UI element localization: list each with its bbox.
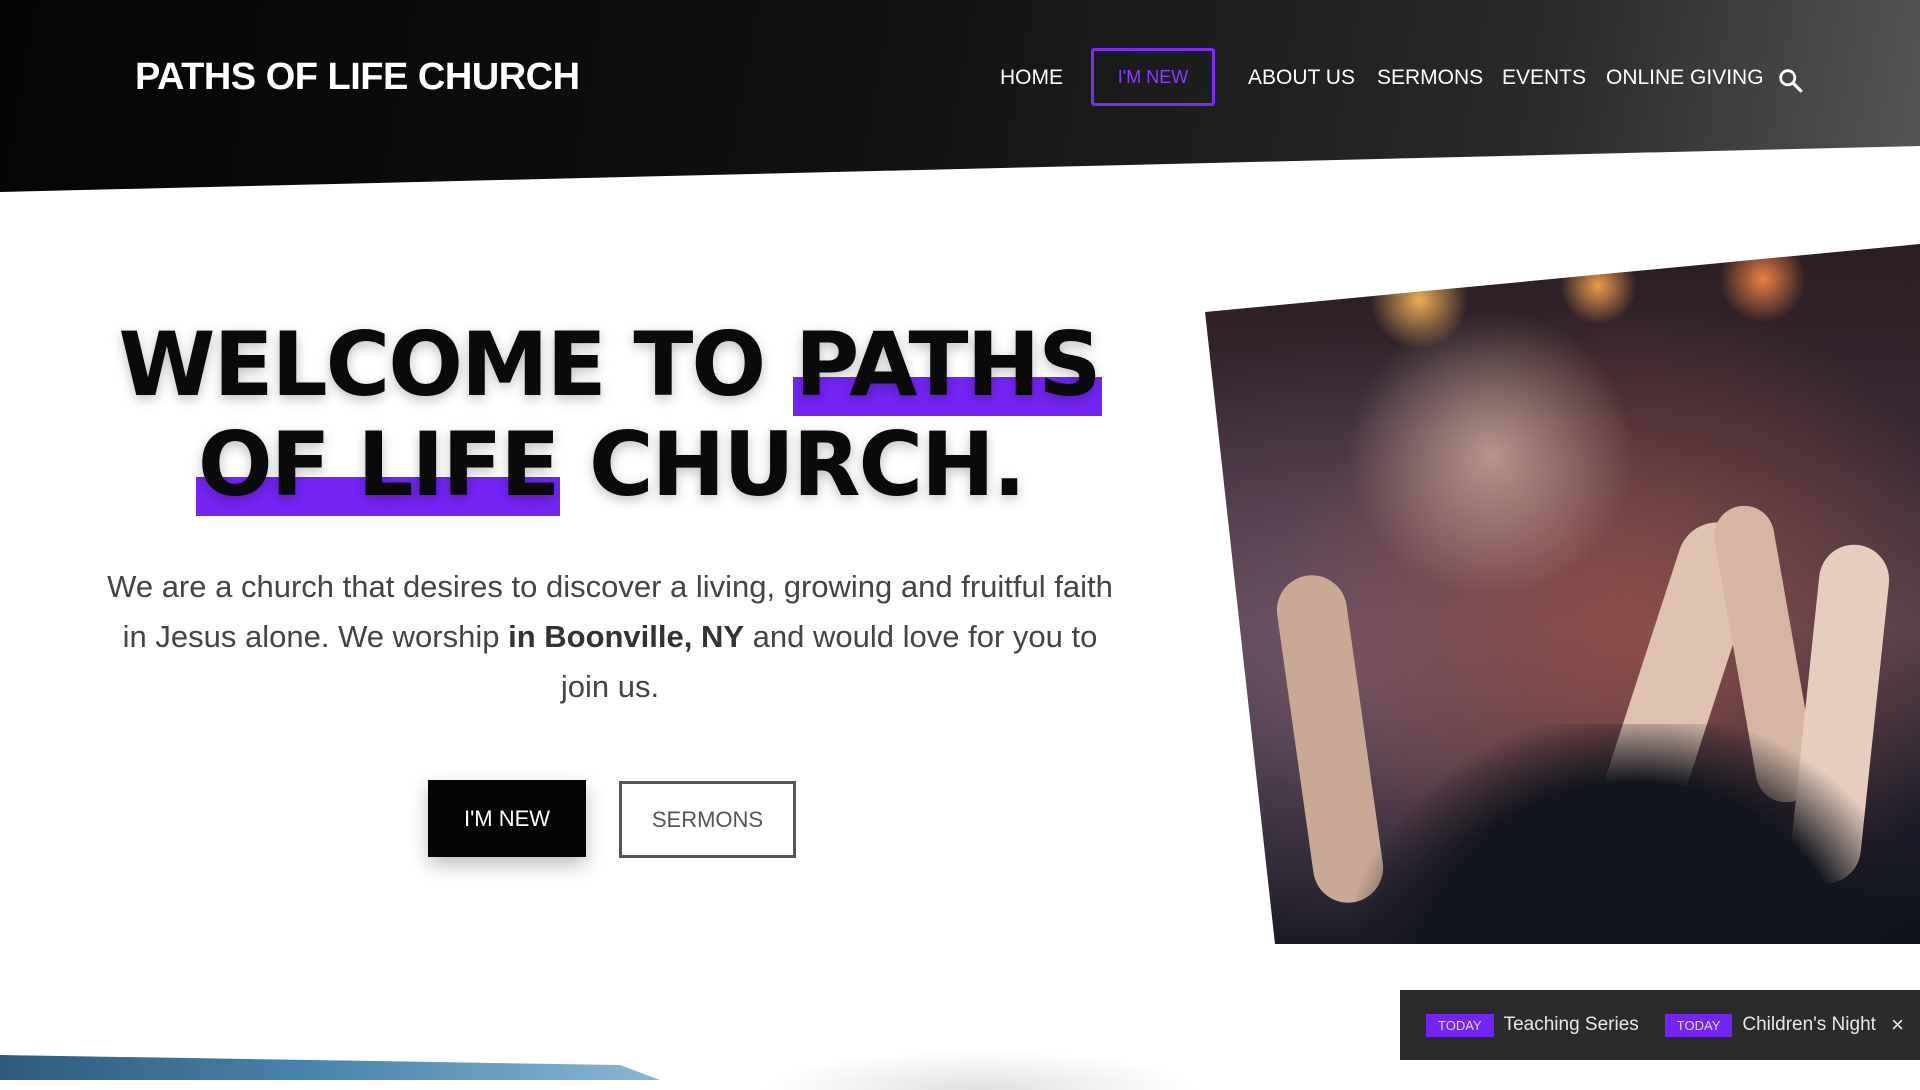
- nav-about-us[interactable]: ABOUT US: [1248, 66, 1355, 90]
- nav-online-giving[interactable]: ONLINE GIVING: [1606, 66, 1764, 90]
- hero-title-part1: WELCOME TO: [118, 313, 793, 416]
- ticker-event[interactable]: TODAY Teaching Series: [1426, 1013, 1639, 1037]
- nav-sermons[interactable]: SERMONS: [1377, 66, 1483, 90]
- hero-text-location: in Boonville, NY: [508, 619, 745, 654]
- im-new-button[interactable]: I'M NEW: [428, 780, 586, 857]
- event-title: Children's Night: [1742, 1014, 1876, 1035]
- close-icon[interactable]: ×: [1891, 1012, 1904, 1038]
- main-nav: HOME I'M NEW ABOUT US SERMONS EVENTS ONL…: [0, 48, 1920, 110]
- hero-title-highlight-2: OF LIFE: [195, 413, 561, 516]
- ticker-event[interactable]: TODAY Children's Night: [1664, 1013, 1876, 1037]
- sermons-button[interactable]: SERMONS: [619, 781, 796, 858]
- photo-crowd-heads: [1355, 724, 1915, 944]
- hero-title-highlight-1: PATHS: [792, 313, 1102, 416]
- search-icon[interactable]: [1778, 68, 1804, 94]
- nav-events[interactable]: EVENTS: [1502, 66, 1586, 90]
- nav-home[interactable]: HOME: [1000, 66, 1063, 90]
- event-date-badge: TODAY: [1426, 1013, 1494, 1037]
- section-shadow: [760, 1050, 1200, 1090]
- next-section-image: [0, 1055, 660, 1080]
- nav-im-new-button[interactable]: I'M NEW: [1091, 48, 1215, 106]
- hero-description: We are a church that desires to discover…: [95, 562, 1125, 712]
- hero-title: WELCOME TO PATHS OF LIFE CHURCH.: [60, 313, 1160, 516]
- events-ticker: TODAY Teaching Series TODAY Children's N…: [1400, 990, 1920, 1060]
- hero-title-part2: CHURCH.: [560, 413, 1026, 516]
- event-date-badge: TODAY: [1664, 1013, 1733, 1037]
- hero-worship-photo: [1205, 244, 1920, 944]
- event-title: Teaching Series: [1503, 1014, 1639, 1035]
